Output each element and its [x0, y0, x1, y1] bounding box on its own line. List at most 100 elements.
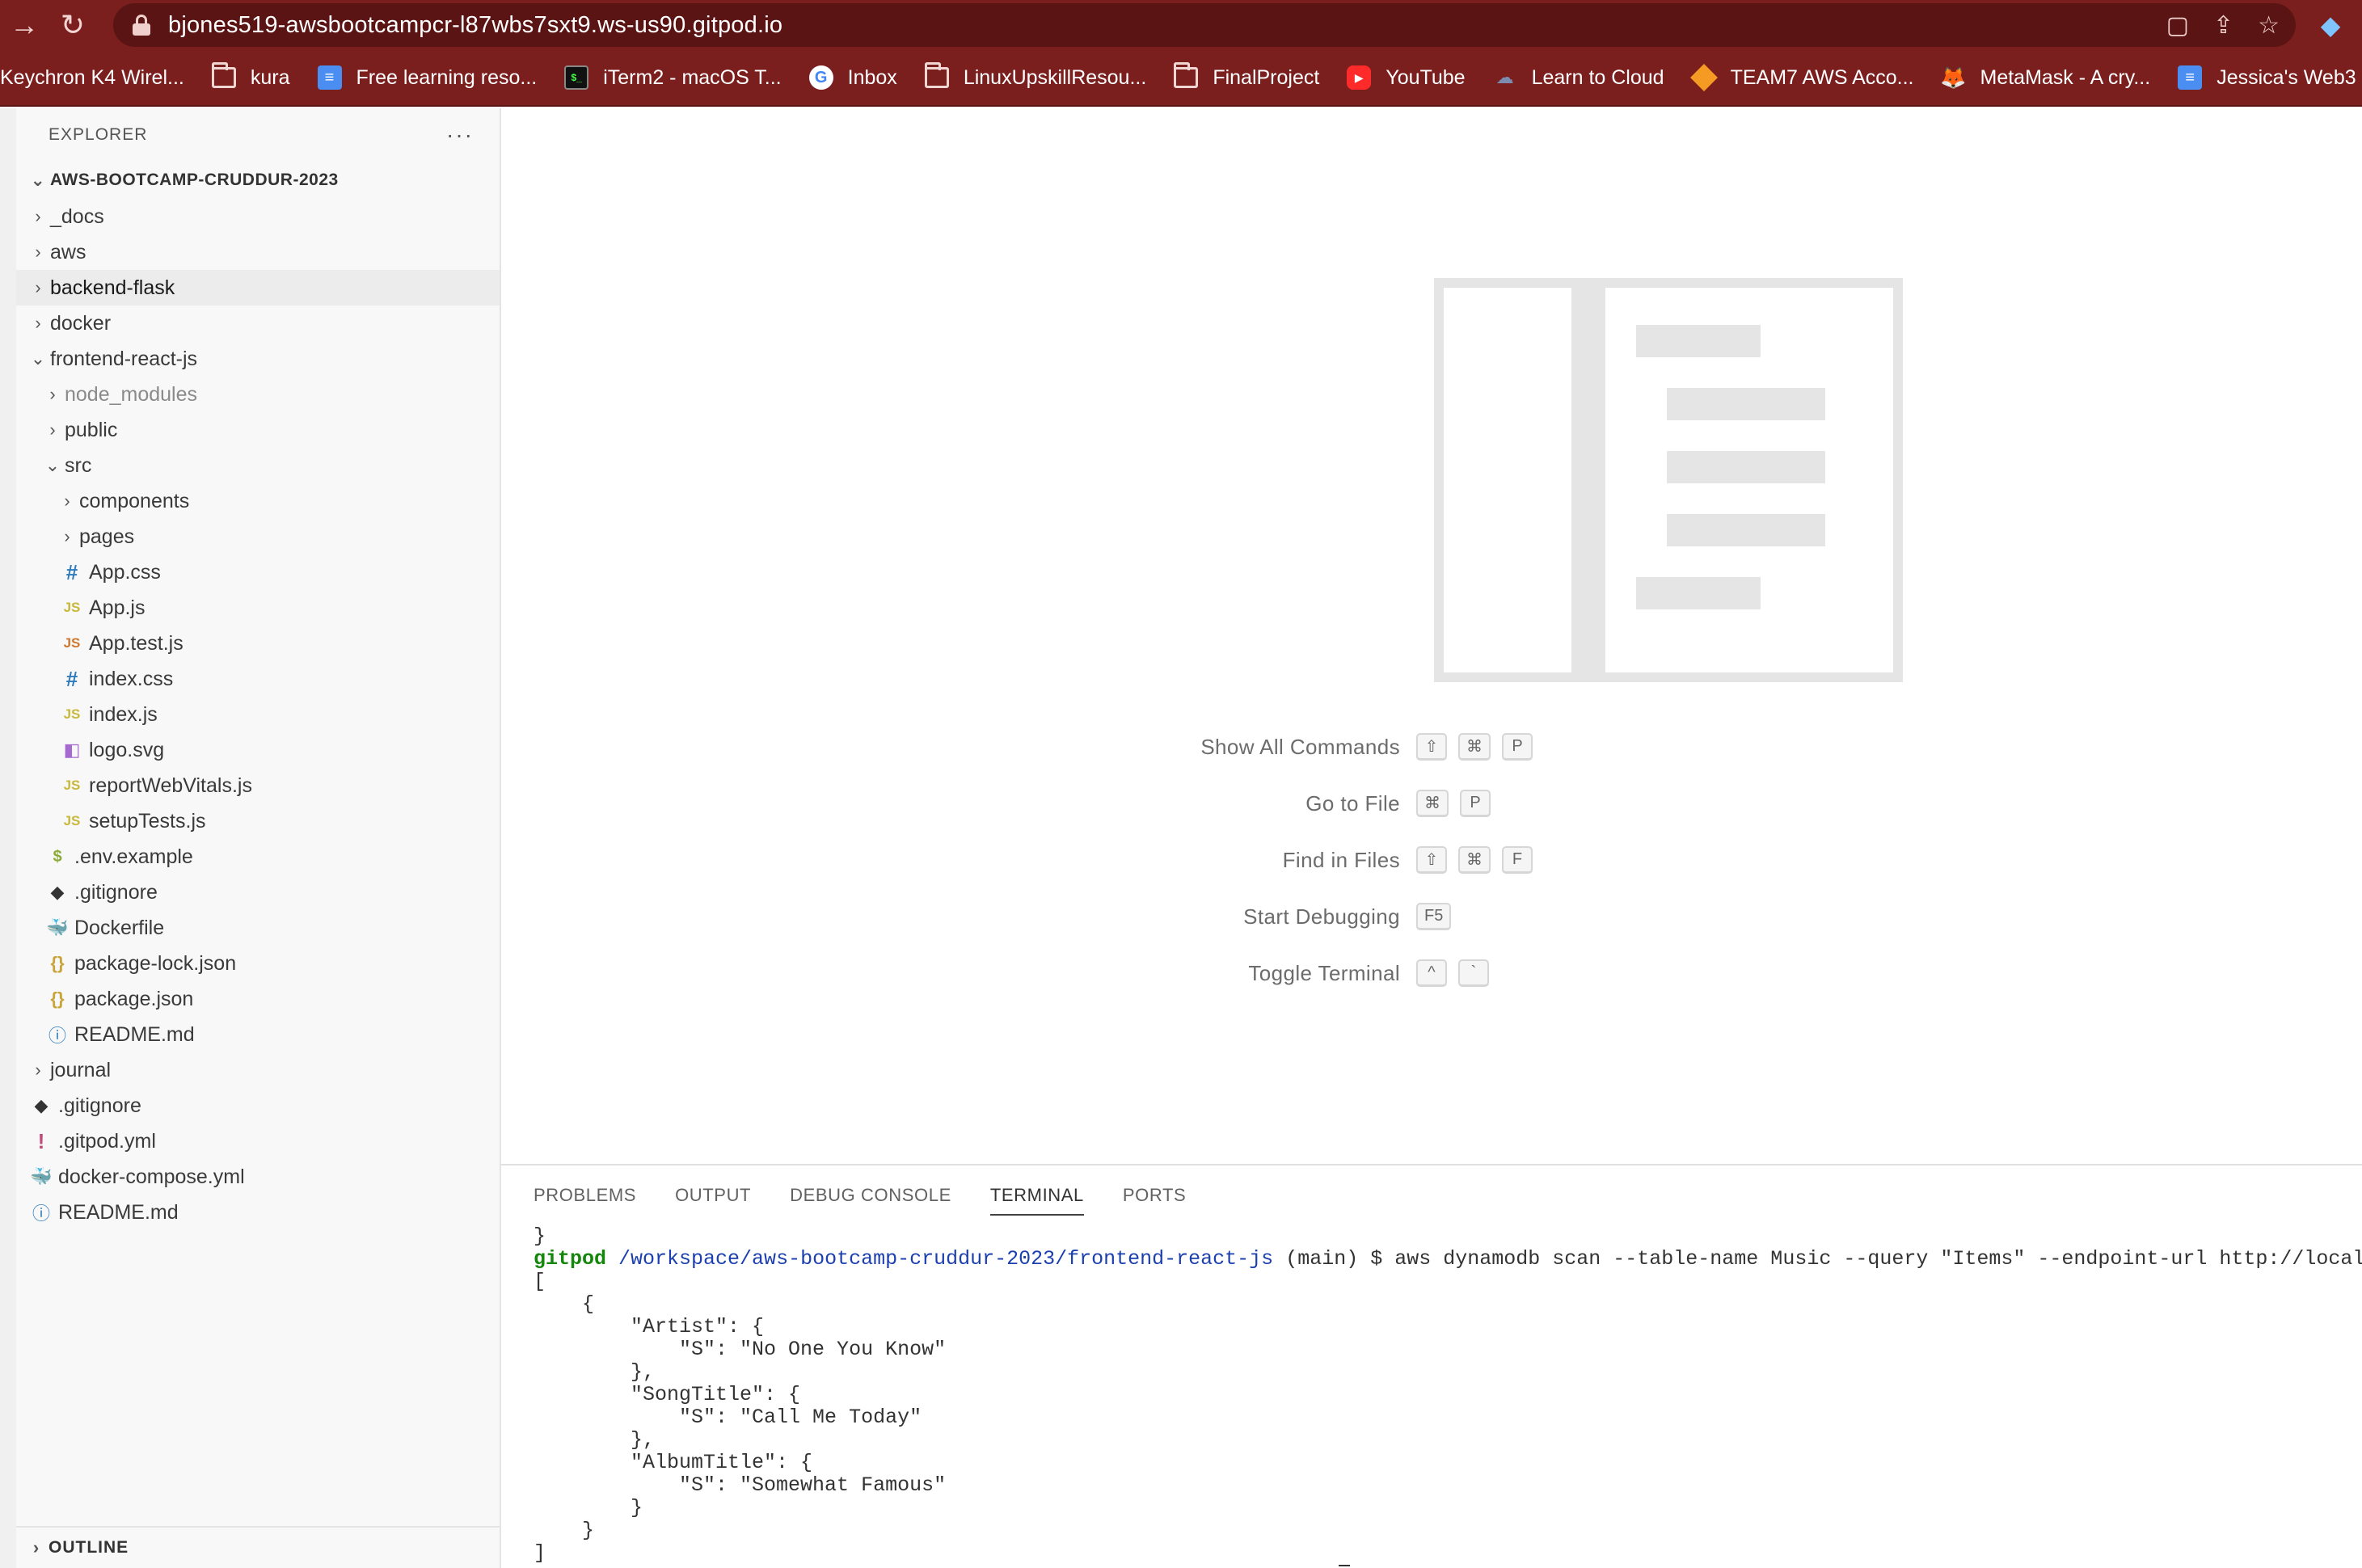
lock-icon[interactable]	[133, 15, 150, 36]
chevron-down-icon: ⌄	[44, 455, 61, 475]
tree-file[interactable]: ! .gitpod.yml	[16, 1123, 500, 1159]
tree-folder[interactable]: › pages	[16, 519, 500, 554]
shortcut-row: Toggle Terminal ^ `	[501, 957, 2362, 989]
bookmark-item[interactable]: kura	[211, 62, 290, 90]
clipboard-icon[interactable]: ▢	[2166, 11, 2189, 40]
tree-item-label: package.json	[74, 987, 194, 1010]
tree-file[interactable]: # index.css	[16, 661, 500, 697]
bookmark-item[interactable]: ≡ Free learning reso...	[317, 65, 538, 90]
shortcut-keys: F5	[1416, 903, 1452, 930]
bookmark-item[interactable]: G Inbox	[808, 65, 897, 90]
key-cap: ⇧	[1416, 846, 1447, 874]
youtube-icon: ▶	[1347, 65, 1372, 90]
tree-folder[interactable]: › journal	[16, 1052, 500, 1088]
tree-item-label: node_modules	[65, 382, 198, 406]
tree-file[interactable]: JS reportWebVitals.js	[16, 768, 500, 803]
tree-item-label: Dockerfile	[74, 916, 165, 939]
explorer-sidebar: EXPLORER ··· ⌄ AWS-BOOTCAMP-CRUDDUR-2023…	[16, 108, 501, 1568]
tab-terminal[interactable]: TERMINAL	[989, 1165, 1084, 1225]
bookmark-label: FinalProject	[1213, 65, 1320, 89]
tree-file[interactable]: JS index.js	[16, 697, 500, 732]
bookmark-item[interactable]: $_ iTerm2 - macOS T...	[564, 65, 782, 90]
tree-folder[interactable]: › node_modules	[16, 377, 500, 412]
tree-file[interactable]: # App.css	[16, 554, 500, 590]
tab-ports[interactable]: PORTS	[1123, 1165, 1186, 1225]
address-url[interactable]: bjones519-awsbootcampcr-l87wbs7sxt9.ws-u…	[168, 12, 782, 39]
tree-file[interactable]: 🐳 Dockerfile	[16, 910, 500, 946]
tree-folder[interactable]: ⌄ src	[16, 448, 500, 483]
tree-folder[interactable]: › components	[16, 483, 500, 519]
key-cap: `	[1458, 959, 1489, 987]
tree-file[interactable]: ⓘ README.md	[16, 1017, 500, 1052]
shortcut-label: Show All Commands	[1200, 734, 1400, 759]
key-cap: F	[1502, 846, 1533, 874]
svg-file-icon: ◧	[63, 740, 81, 760]
key-cap: P	[1502, 733, 1533, 761]
key-cap: ⌘	[1458, 733, 1491, 761]
compose-file-icon: 🐳	[30, 1166, 53, 1187]
tab-problems[interactable]: PROBLEMS	[534, 1165, 636, 1225]
tree-file[interactable]: ◆ .gitignore	[16, 875, 500, 910]
more-actions-icon[interactable]: ···	[446, 122, 474, 148]
star-icon[interactable]: ☆	[2258, 11, 2280, 40]
address-bar[interactable]: bjones519-awsbootcampcr-l87wbs7sxt9.ws-u…	[113, 3, 2296, 47]
tree-file[interactable]: $ .env.example	[16, 839, 500, 875]
bookmark-item[interactable]: TEAM7 AWS Acco...	[1689, 64, 1914, 91]
forward-icon[interactable]: →	[0, 0, 49, 50]
tree-item-label: _docs	[50, 204, 104, 228]
tree-item-label: App.js	[89, 596, 146, 619]
js-file-icon: JS	[63, 813, 81, 828]
bookmark-item[interactable]: ☁ Learn to Cloud	[1493, 65, 1664, 90]
bookmark-label: Free learning reso...	[356, 65, 538, 89]
tree-file[interactable]: ⓘ README.md	[16, 1195, 500, 1230]
terminal-line: }	[534, 1496, 643, 1520]
bookmark-label: MetaMask - A cry...	[1980, 65, 2151, 89]
tree-file[interactable]: JS App.test.js	[16, 626, 500, 661]
tree-item-label: README.md	[58, 1200, 179, 1224]
tree-folder[interactable]: › backend-flask	[16, 270, 500, 306]
tree-item-label: index.js	[89, 702, 158, 726]
tree-folder[interactable]: › aws	[16, 234, 500, 270]
chevron-right-icon: ›	[49, 419, 56, 440]
gem-icon[interactable]: ◆	[2315, 10, 2346, 40]
bookmark-item[interactable]: ▶ YouTube	[1347, 65, 1466, 90]
explorer-header: EXPLORER ···	[16, 108, 500, 162]
project-header[interactable]: ⌄ AWS-BOOTCAMP-CRUDDUR-2023	[16, 162, 500, 199]
css-file-icon: #	[65, 666, 78, 691]
shortcut-row: Start Debugging F5	[501, 900, 2362, 933]
bookmark-item[interactable]: FinalProject	[1174, 62, 1320, 90]
tree-file[interactable]: ◧ logo.svg	[16, 732, 500, 768]
terminal-line: [	[534, 1270, 546, 1293]
tree-item-label: components	[79, 489, 190, 512]
shortcut-keys: ⇧ ⌘ F	[1416, 846, 1533, 874]
bookmark-item[interactable]: 🦊 MetaMask - A cry...	[1940, 65, 2151, 90]
bookmark-item[interactable]: LinuxUpskillResou...	[924, 62, 1146, 90]
share-icon[interactable]: ⇪	[2213, 11, 2233, 40]
editor-area: Show All Commands ⇧ ⌘ P Go to File ⌘ P Find in …	[501, 108, 2362, 1164]
bookmark-item[interactable]: ≡ Jessica's Web3 l	[2178, 65, 2362, 90]
tree-file[interactable]: 🐳 docker-compose.yml	[16, 1159, 500, 1195]
chevron-down-icon: ⌄	[30, 348, 46, 369]
bottom-panel: PROBLEMS OUTPUT DEBUG CONSOLE TERMINAL PORTS…	[501, 1164, 2362, 1568]
terminal-output[interactable]: } gitpod /workspace/aws-bootcamp-cruddur-…	[501, 1225, 2362, 1565]
terminal-line: }	[534, 1519, 595, 1542]
tree-file[interactable]: JS setupTests.js	[16, 803, 500, 839]
reload-icon[interactable]: ↻	[49, 0, 97, 50]
tree-folder[interactable]: › docker	[16, 306, 500, 341]
tree-file[interactable]: {} package.json	[16, 981, 500, 1017]
tree-folder[interactable]: ⌄ frontend-react-js	[16, 341, 500, 377]
outline-section[interactable]: › OUTLINE	[16, 1526, 501, 1568]
bookmark-item[interactable]: Keychron K4 Wirel...	[0, 66, 184, 90]
js-file-icon: JS	[63, 778, 81, 793]
tree-file[interactable]: ◆ .gitignore	[16, 1088, 500, 1123]
tree-folder[interactable]: › public	[16, 412, 500, 448]
tree-file[interactable]: JS App.js	[16, 590, 500, 626]
tree-folder[interactable]: › _docs	[16, 199, 500, 234]
tree-file[interactable]: {} package-lock.json	[16, 946, 500, 981]
terminal-line: "Artist": {	[534, 1315, 765, 1338]
bookmark-label: Jessica's Web3 l	[2216, 65, 2362, 89]
tree-item-label: index.css	[89, 667, 174, 690]
tab-output[interactable]: OUTPUT	[675, 1165, 751, 1225]
tab-debug-console[interactable]: DEBUG CONSOLE	[790, 1165, 951, 1225]
env-file-icon: $	[53, 847, 62, 866]
